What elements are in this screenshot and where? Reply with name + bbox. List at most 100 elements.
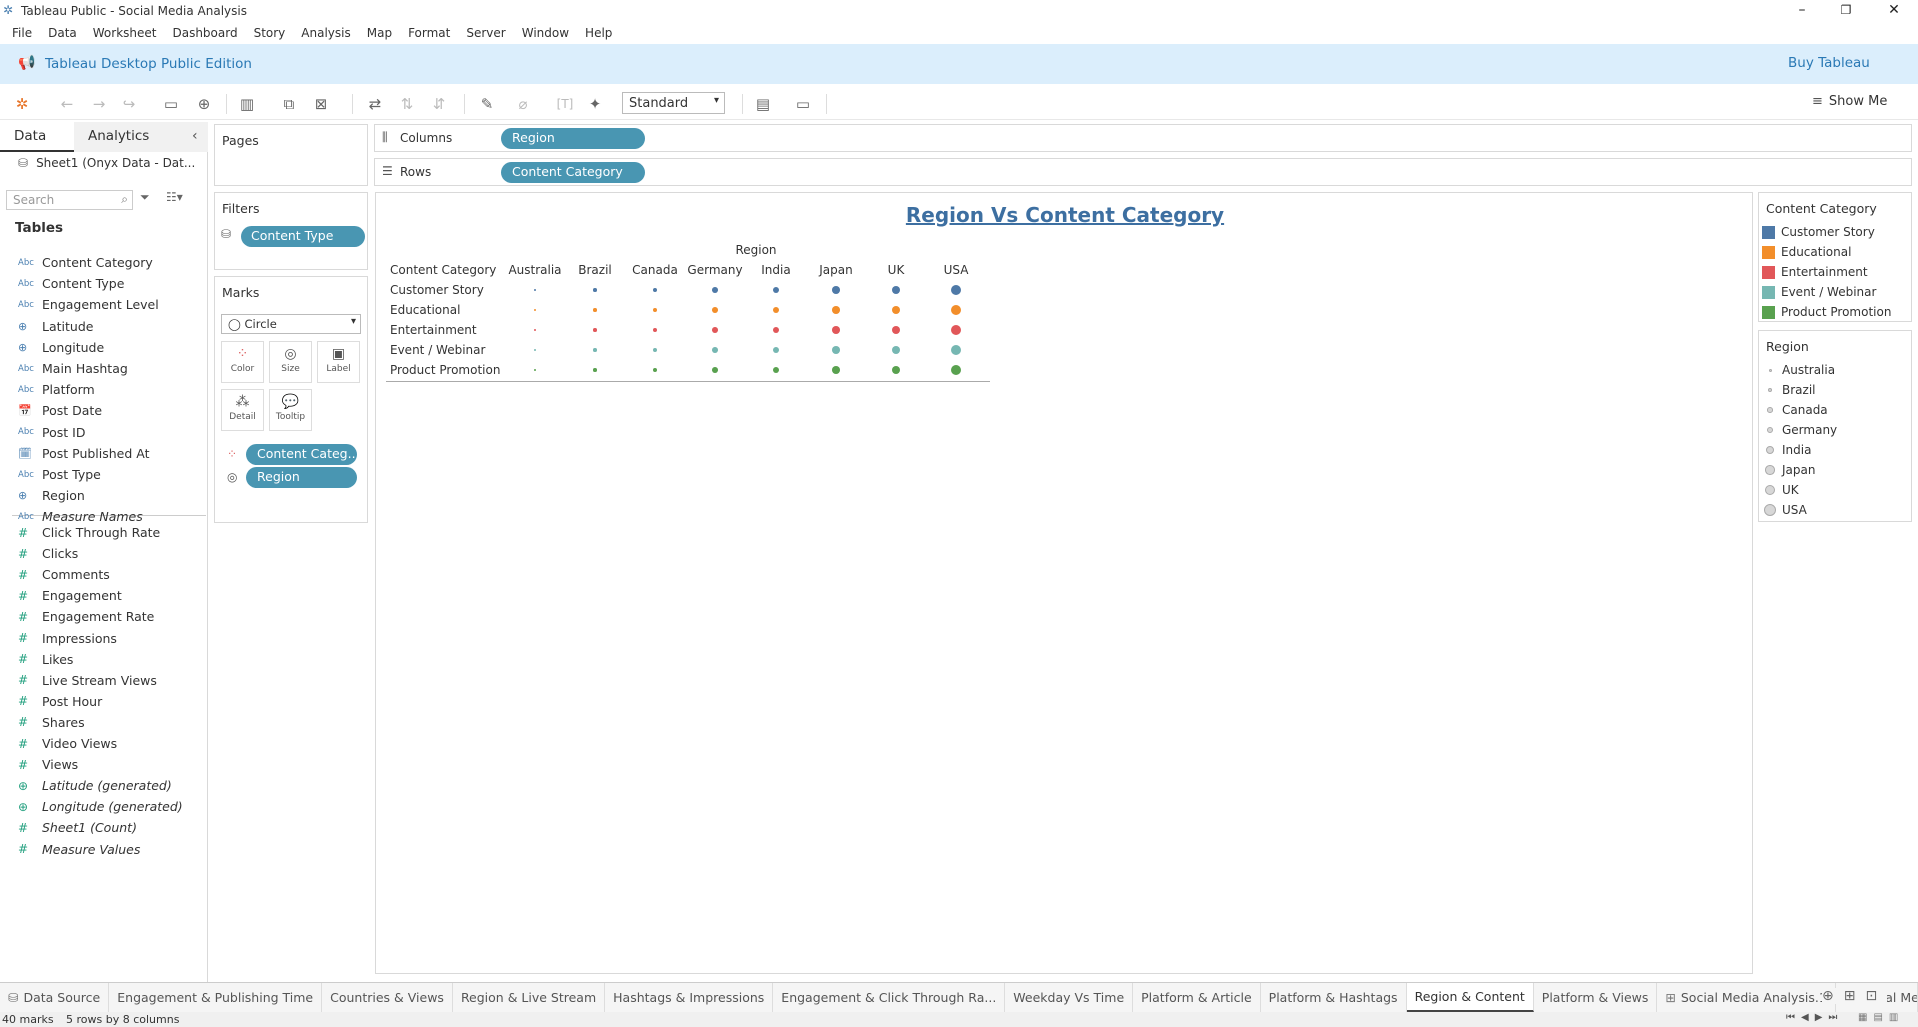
pages-shelf[interactable]: Pages: [214, 124, 368, 186]
data-point[interactable]: [712, 287, 718, 293]
size-legend-item-japan[interactable]: Japan: [1762, 460, 1815, 480]
label-button[interactable]: ▣ Label: [317, 341, 360, 383]
field-item-engagement-level[interactable]: Abc Engagement Level: [18, 294, 159, 315]
data-point[interactable]: [832, 286, 840, 294]
tab-data[interactable]: Data: [0, 122, 74, 152]
field-item-main-hashtag[interactable]: Abc Main Hashtag: [18, 358, 128, 379]
tableau-logo-icon[interactable]: ✲: [11, 94, 33, 114]
data-point[interactable]: [712, 327, 718, 333]
marks-pill-content-category[interactable]: Content Categ..: [246, 444, 357, 465]
restore-button[interactable]: ❐: [1826, 0, 1866, 22]
field-item-clicks[interactable]: # Clicks: [18, 543, 78, 564]
data-point[interactable]: [712, 307, 718, 313]
label-icon[interactable]: [T]: [554, 94, 576, 114]
data-point[interactable]: [951, 365, 961, 375]
collapse-icon[interactable]: ‹: [192, 128, 198, 144]
data-point[interactable]: [772, 346, 780, 354]
field-item-content-type[interactable]: Abc Content Type: [18, 273, 124, 294]
tab-region-content[interactable]: Region & Content: [1406, 983, 1534, 1012]
field-item-post-hour[interactable]: # Post Hour: [18, 691, 102, 712]
tab-social-media-analysis-1[interactable]: ⊞ Social Media Analysis.1: [1657, 983, 1836, 1012]
new-datasource-icon[interactable]: ⊕: [193, 94, 215, 114]
field-item-platform[interactable]: Abc Platform: [18, 379, 95, 400]
data-point[interactable]: [772, 306, 780, 314]
tab-platform-hashtags[interactable]: Platform & Hashtags: [1261, 983, 1407, 1012]
menu-server[interactable]: Server: [458, 26, 513, 40]
field-item-post-published-at[interactable]: 🗓 Post Published At: [18, 443, 150, 464]
new-sheet-icons[interactable]: ⊕⊞⊡: [1822, 988, 1888, 1004]
tab-weekday-vs-time[interactable]: Weekday Vs Time: [1005, 983, 1134, 1012]
menu-map[interactable]: Map: [359, 26, 400, 40]
data-point[interactable]: [712, 347, 718, 353]
field-item-likes[interactable]: # Likes: [18, 649, 73, 670]
field-item-longitude[interactable]: ⊕ Longitude: [18, 337, 104, 358]
data-point[interactable]: [593, 328, 597, 332]
data-point[interactable]: [593, 348, 597, 352]
tab-data-source[interactable]: ⛁ Data Source: [0, 983, 110, 1012]
swap-icon[interactable]: ⇄: [364, 94, 386, 114]
duplicate-icon[interactable]: ⧉: [278, 94, 300, 114]
data-point[interactable]: [593, 308, 597, 312]
view-options-icon[interactable]: ☷▾: [166, 190, 183, 204]
size-button[interactable]: ◎ Size: [269, 341, 312, 383]
marks-pill-region[interactable]: Region: [246, 467, 357, 488]
menu-help[interactable]: Help: [577, 26, 620, 40]
data-point[interactable]: [652, 287, 658, 293]
buy-tableau-link[interactable]: Buy Tableau: [1788, 55, 1870, 71]
size-legend-item-canada[interactable]: Canada: [1762, 400, 1828, 420]
minimize-button[interactable]: –: [1782, 0, 1822, 22]
field-item-latitude[interactable]: ⊕ Latitude: [18, 316, 93, 337]
data-point[interactable]: [652, 327, 658, 333]
group-icon[interactable]: ⌀: [512, 94, 534, 114]
field-item-impressions[interactable]: # Impressions: [18, 628, 117, 649]
data-point[interactable]: [652, 347, 658, 353]
data-point[interactable]: [891, 325, 901, 335]
size-legend-item-australia[interactable]: Australia: [1762, 360, 1835, 380]
tab-hashtags-impressions[interactable]: Hashtags & Impressions: [605, 983, 774, 1012]
menu-analysis[interactable]: Analysis: [293, 26, 358, 40]
data-point[interactable]: [533, 328, 537, 332]
filter-pill-content-type[interactable]: Content Type: [241, 226, 365, 247]
cards-icon[interactable]: ▤: [752, 94, 774, 114]
worksheet-view[interactable]: Region Vs Content Category Region Conten…: [375, 192, 1753, 974]
field-item-sheet1-count[interactable]: # Sheet1 (Count): [18, 817, 137, 838]
rows-pill-content-category[interactable]: Content Category: [501, 162, 645, 183]
sort-desc-icon[interactable]: ⇵: [428, 94, 450, 114]
field-item-click-through-rate[interactable]: # Click Through Rate: [18, 522, 160, 543]
menu-data[interactable]: Data: [40, 26, 85, 40]
fit-dropdown[interactable]: Standard ▾: [622, 92, 725, 114]
data-point[interactable]: [593, 288, 597, 292]
columns-shelf[interactable]: ⫼ Columns Region: [374, 124, 1912, 152]
tooltip-button[interactable]: 💬 Tooltip: [269, 389, 312, 431]
field-item-post-date[interactable]: 📅 Post Date: [18, 400, 102, 421]
filters-shelf[interactable]: Filters ⛁ Content Type: [214, 192, 368, 270]
field-item-region[interactable]: ⊕ Region: [18, 485, 85, 506]
tab-region-live-stream[interactable]: Region & Live Stream: [453, 983, 606, 1012]
menu-format[interactable]: Format: [400, 26, 458, 40]
tab-platform-article[interactable]: Platform & Article: [1133, 983, 1261, 1012]
clear-sheet-icon[interactable]: ⊠: [310, 94, 332, 114]
data-point[interactable]: [891, 345, 901, 355]
size-legend-item-germany[interactable]: Germany: [1762, 420, 1837, 440]
tab-engagement-click-through-ra[interactable]: Engagement & Click Through Ra...: [773, 983, 1006, 1012]
close-button[interactable]: ✕: [1874, 0, 1914, 22]
data-point[interactable]: [533, 368, 537, 372]
data-point[interactable]: [652, 367, 658, 373]
size-legend-item-india[interactable]: India: [1762, 440, 1811, 460]
sheet-navigation-icons[interactable]: ⏮◀▶⏭: [1786, 1012, 1843, 1023]
size-legend-item-brazil[interactable]: Brazil: [1762, 380, 1816, 400]
data-point[interactable]: [951, 345, 961, 355]
field-item-post-id[interactable]: Abc Post ID: [18, 422, 85, 443]
field-item-latitude-generated[interactable]: ⊕ Latitude (generated): [18, 775, 172, 796]
new-worksheet-icon[interactable]: ▥: [236, 94, 258, 114]
sorter-icons[interactable]: ▦▤▥: [1858, 1012, 1904, 1023]
replay-icon[interactable]: ↪: [118, 94, 140, 114]
field-item-views[interactable]: # Views: [18, 754, 78, 775]
data-point[interactable]: [951, 285, 961, 295]
filter-icon[interactable]: ⏷: [140, 190, 150, 205]
field-item-post-type[interactable]: Abc Post Type: [18, 464, 101, 485]
columns-pill-region[interactable]: Region: [501, 128, 645, 149]
tab-countries-views[interactable]: Countries & Views: [322, 983, 453, 1012]
data-point[interactable]: [832, 306, 840, 314]
color-legend-item-educational[interactable]: Educational: [1762, 242, 1851, 262]
